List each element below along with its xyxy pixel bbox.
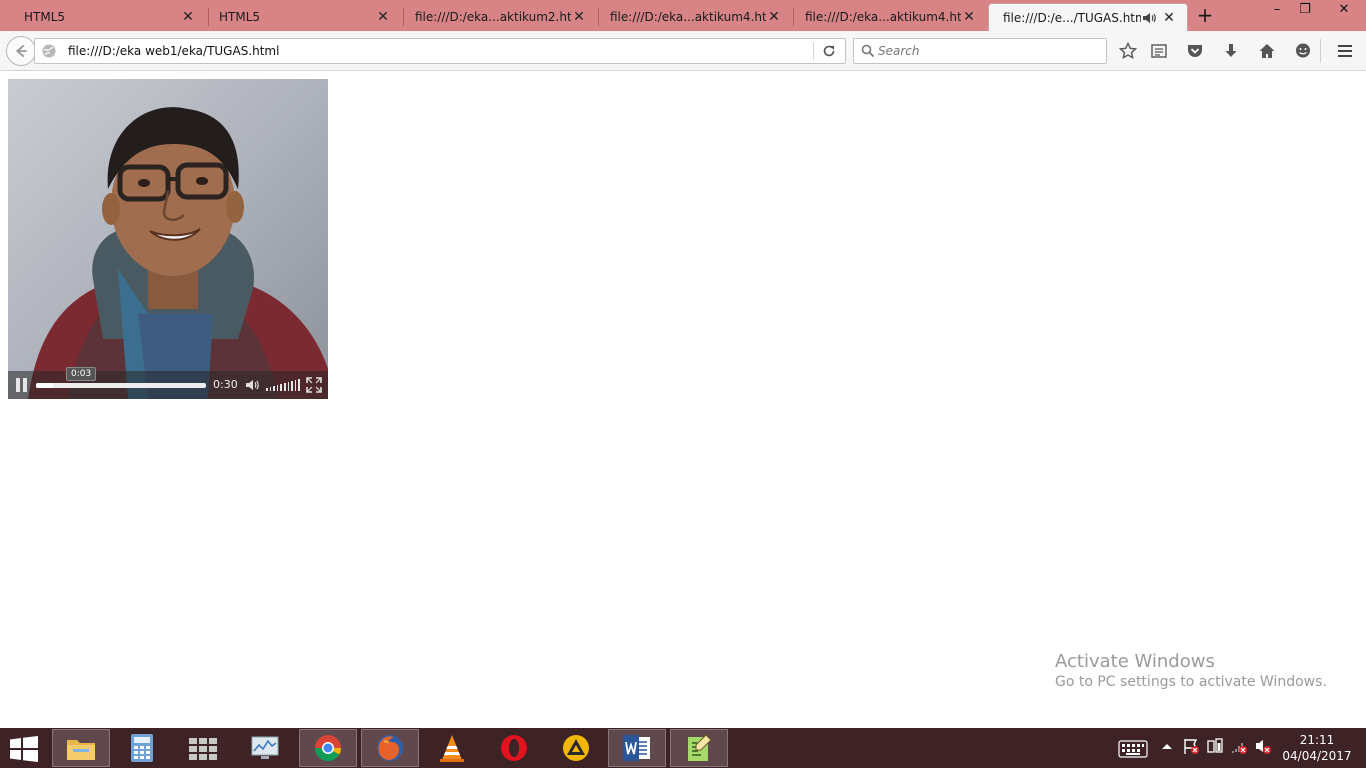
search-input[interactable] bbox=[878, 42, 1098, 60]
pocket-icon[interactable] bbox=[1186, 42, 1204, 60]
volume-bar bbox=[266, 388, 268, 391]
chat-icon[interactable] bbox=[1294, 42, 1312, 60]
aimp-icon bbox=[563, 735, 589, 761]
tab-close-icon[interactable]: ✕ bbox=[180, 9, 196, 25]
navigation-toolbar: file:///D:/eka web1/eka/TUGAS.html bbox=[0, 31, 1366, 71]
duration-label: 0:30 bbox=[213, 378, 238, 391]
restore-button[interactable]: ❐ bbox=[1288, 0, 1322, 22]
calculator-icon bbox=[131, 734, 153, 762]
volume-icon[interactable] bbox=[244, 377, 260, 393]
tab-label: file:///D:/eka...aktikum2.html bbox=[415, 10, 571, 24]
network-disconnected-icon[interactable] bbox=[1230, 737, 1248, 755]
taskbar: 21:11 04/04/2017 bbox=[0, 728, 1366, 768]
video-player[interactable]: 0:03 0:30 bbox=[8, 79, 328, 399]
volume-bar bbox=[298, 379, 300, 391]
tab-label: HTML5 bbox=[219, 10, 261, 24]
word-icon bbox=[623, 735, 650, 761]
notepad-plus-plus-icon bbox=[688, 734, 712, 761]
tab-label: file:///D:/e.../TUGAS.html bbox=[1003, 10, 1141, 25]
tab-close-icon[interactable]: ✕ bbox=[571, 9, 587, 25]
search-icon bbox=[861, 44, 875, 58]
grid-app-icon bbox=[189, 738, 217, 760]
chrome-icon bbox=[314, 735, 342, 762]
taskbar-aimp[interactable] bbox=[547, 729, 605, 767]
taskbar-vlc[interactable] bbox=[423, 729, 481, 767]
volume-bar bbox=[276, 385, 279, 391]
volume-bar bbox=[291, 381, 293, 391]
video-frame bbox=[8, 79, 328, 399]
close-window-button[interactable]: ✕ bbox=[1322, 0, 1366, 22]
volume-muted-icon[interactable] bbox=[1254, 737, 1272, 755]
tab-close-icon[interactable]: ✕ bbox=[375, 9, 391, 25]
download-icon[interactable] bbox=[1222, 42, 1240, 60]
url-text[interactable]: file:///D:/eka web1/eka/TUGAS.html bbox=[68, 44, 279, 58]
volume-bar bbox=[287, 382, 290, 391]
opera-icon bbox=[501, 735, 527, 761]
volume-bar bbox=[269, 387, 272, 391]
tab-label: file:///D:/eka...aktikum4.html bbox=[805, 10, 961, 24]
action-center-flag-icon[interactable] bbox=[1182, 737, 1200, 755]
taskbar-firefox[interactable] bbox=[361, 729, 419, 767]
tab-html5-2[interactable]: HTML5 ✕ bbox=[205, 3, 401, 31]
show-hidden-icons-chevron-up-icon[interactable] bbox=[1158, 737, 1176, 755]
tab-label: HTML5 bbox=[24, 10, 66, 24]
clock-time: 21:11 bbox=[1299, 733, 1335, 747]
globe-icon bbox=[42, 44, 56, 58]
fullscreen-icon[interactable] bbox=[306, 377, 322, 393]
windows-start-icon[interactable] bbox=[10, 736, 38, 762]
volume-bar bbox=[294, 380, 297, 391]
taskbar-windows-app[interactable] bbox=[174, 729, 232, 767]
tab-praktikum4-b[interactable]: file:///D:/eka...aktikum4.html ✕ bbox=[791, 3, 987, 31]
taskbar-word[interactable] bbox=[608, 729, 666, 767]
monitor-chart-icon bbox=[251, 736, 279, 759]
volume-bar bbox=[283, 383, 286, 391]
tab-label: file:///D:/eka...aktikum4.html bbox=[610, 10, 766, 24]
tab-close-icon[interactable]: ✕ bbox=[1161, 10, 1177, 26]
progress-bar[interactable]: 0:03 bbox=[36, 367, 206, 388]
activate-windows-watermark: Activate Windows Go to PC settings to ac… bbox=[1055, 651, 1327, 690]
back-arrow-icon bbox=[15, 44, 27, 58]
tab-praktikum2[interactable]: file:///D:/eka...aktikum2.html ✕ bbox=[401, 3, 597, 31]
hamburger-menu-icon[interactable] bbox=[1336, 42, 1354, 60]
current-time-tooltip: 0:03 bbox=[66, 367, 97, 381]
tab-strip: HTML5 ✕ HTML5 ✕ file:///D:/eka...aktikum… bbox=[0, 0, 1366, 31]
tab-tugas-active[interactable]: file:///D:/e.../TUGAS.html ✕ bbox=[988, 3, 1188, 31]
clock-date: 04/04/2017 bbox=[1282, 749, 1352, 763]
video-controls: 0:03 0:30 bbox=[8, 367, 328, 399]
power-battery-icon[interactable] bbox=[1206, 737, 1224, 755]
url-divider bbox=[813, 42, 814, 60]
tab-close-icon[interactable]: ✕ bbox=[766, 9, 782, 25]
folder-icon bbox=[67, 740, 95, 760]
vlc-cone-icon bbox=[440, 735, 464, 762]
volume-bar bbox=[273, 386, 275, 391]
home-icon[interactable] bbox=[1258, 42, 1276, 60]
search-bar[interactable] bbox=[853, 38, 1107, 64]
address-bar[interactable]: file:///D:/eka web1/eka/TUGAS.html bbox=[34, 38, 846, 64]
progress-fill bbox=[36, 383, 53, 388]
taskbar-opera[interactable] bbox=[485, 729, 543, 767]
bookmarks-menu-icon[interactable] bbox=[1150, 42, 1168, 60]
taskbar-notepad-plus-plus[interactable] bbox=[670, 729, 728, 767]
watermark-subtitle: Go to PC settings to activate Windows. bbox=[1055, 674, 1327, 690]
reload-icon[interactable] bbox=[821, 43, 837, 59]
tab-html5-1[interactable]: HTML5 ✕ bbox=[10, 3, 206, 31]
new-tab-button[interactable]: + bbox=[1195, 5, 1215, 26]
watermark-title: Activate Windows bbox=[1055, 651, 1215, 672]
taskbar-performance-monitor[interactable] bbox=[236, 729, 294, 767]
back-button[interactable] bbox=[6, 36, 36, 66]
bookmark-star-icon[interactable] bbox=[1119, 42, 1137, 60]
tab-close-icon[interactable]: ✕ bbox=[961, 9, 977, 25]
volume-bar bbox=[280, 384, 282, 391]
tab-praktikum4-a[interactable]: file:///D:/eka...aktikum4.html ✕ bbox=[596, 3, 792, 31]
pause-icon[interactable] bbox=[16, 378, 28, 392]
taskbar-file-explorer[interactable] bbox=[52, 729, 110, 767]
taskbar-calculator[interactable] bbox=[113, 729, 171, 767]
toolbar-divider bbox=[1320, 39, 1321, 63]
volume-slider[interactable] bbox=[266, 379, 300, 391]
speaker-icon[interactable] bbox=[1141, 10, 1157, 26]
taskbar-chrome[interactable] bbox=[299, 729, 357, 767]
firefox-icon bbox=[377, 735, 403, 761]
keyboard-icon[interactable] bbox=[1118, 740, 1148, 758]
system-clock[interactable]: 21:11 04/04/2017 bbox=[1282, 732, 1352, 764]
